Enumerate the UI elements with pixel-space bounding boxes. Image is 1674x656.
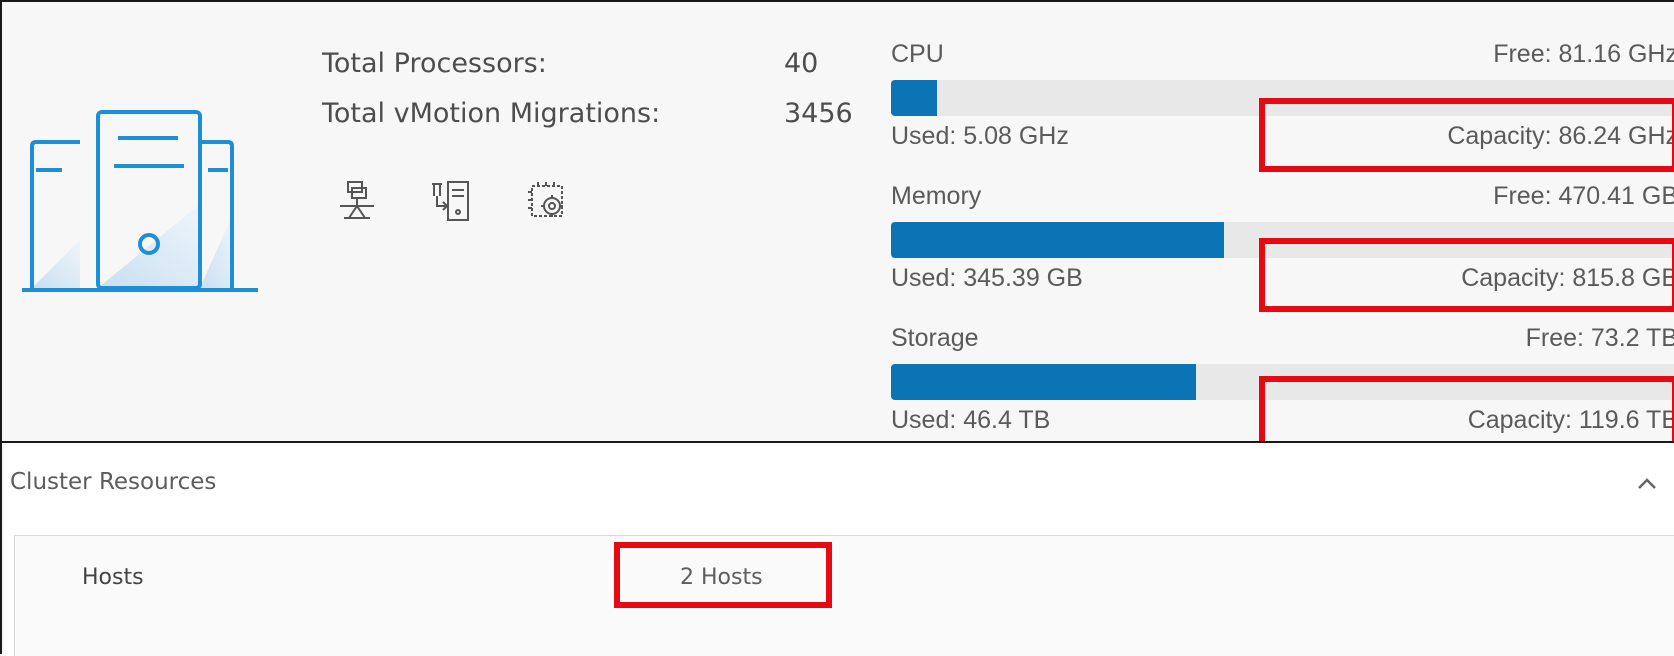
meter-used-value: Used: 5.08 GHz: [891, 122, 1069, 150]
stat-value: 3456: [784, 98, 853, 129]
meter-track: [891, 364, 1674, 400]
meter-capacity-value: Capacity: 119.6 TB: [1467, 406, 1674, 434]
chevron-up-icon[interactable]: [1632, 469, 1662, 499]
cluster-servers-icon: [22, 110, 258, 292]
meter-capacity-value: Capacity: 86.24 GHz: [1447, 122, 1674, 150]
migrate-vm-icon[interactable]: [430, 180, 472, 222]
stat-value: 40: [784, 48, 819, 79]
meter-title: CPU: [891, 40, 944, 68]
meter-fill: [891, 80, 938, 116]
meter-capacity-value: Capacity: 815.8 GB: [1461, 264, 1674, 292]
meter-fill: [891, 222, 1225, 258]
cluster-resources-table: Hosts 2 Hosts: [14, 535, 1674, 656]
hosts-count-link[interactable]: 2 Hosts: [680, 565, 763, 590]
meter-free-value: Free: 470.41 GB: [1493, 182, 1674, 210]
meter-used-value: Used: 345.39 GB: [891, 264, 1083, 292]
meter-free-value: Free: 81.16 GHz: [1493, 40, 1674, 68]
stat-label: Total Processors:: [322, 48, 547, 79]
section-title: Cluster Resources: [10, 469, 217, 495]
summary-section: Total Processors: 40 Total vMotion Migra…: [4, 4, 1674, 450]
memory-meter: Memory Free: 470.41 GB Used: 345.39 GB C…: [891, 182, 1674, 312]
cluster-resources-section: Cluster Resources Hosts 2 Hosts: [4, 443, 1674, 656]
hosts-label: Hosts: [82, 565, 144, 590]
storage-meter: Storage Free: 73.2 TB Used: 46.4 TB Capa…: [891, 324, 1674, 454]
meter-title: Storage: [891, 324, 979, 352]
meter-used-value: Used: 46.4 TB: [891, 406, 1051, 434]
cpu-meter: CPU Free: 81.16 GHz Used: 5.08 GHz Capac…: [891, 40, 1674, 170]
cluster-resources-header[interactable]: Cluster Resources: [4, 443, 1674, 523]
meter-fill: [891, 364, 1197, 400]
stat-label: Total vMotion Migrations:: [322, 98, 661, 129]
host-settings-icon[interactable]: [526, 180, 568, 222]
cluster-summary-panel: Total Processors: 40 Total vMotion Migra…: [0, 0, 1674, 656]
meter-free-value: Free: 73.2 TB: [1525, 324, 1674, 352]
host-network-icon[interactable]: [336, 180, 378, 222]
meter-title: Memory: [891, 182, 982, 210]
meter-track: [891, 222, 1674, 258]
meter-track: [891, 80, 1674, 116]
